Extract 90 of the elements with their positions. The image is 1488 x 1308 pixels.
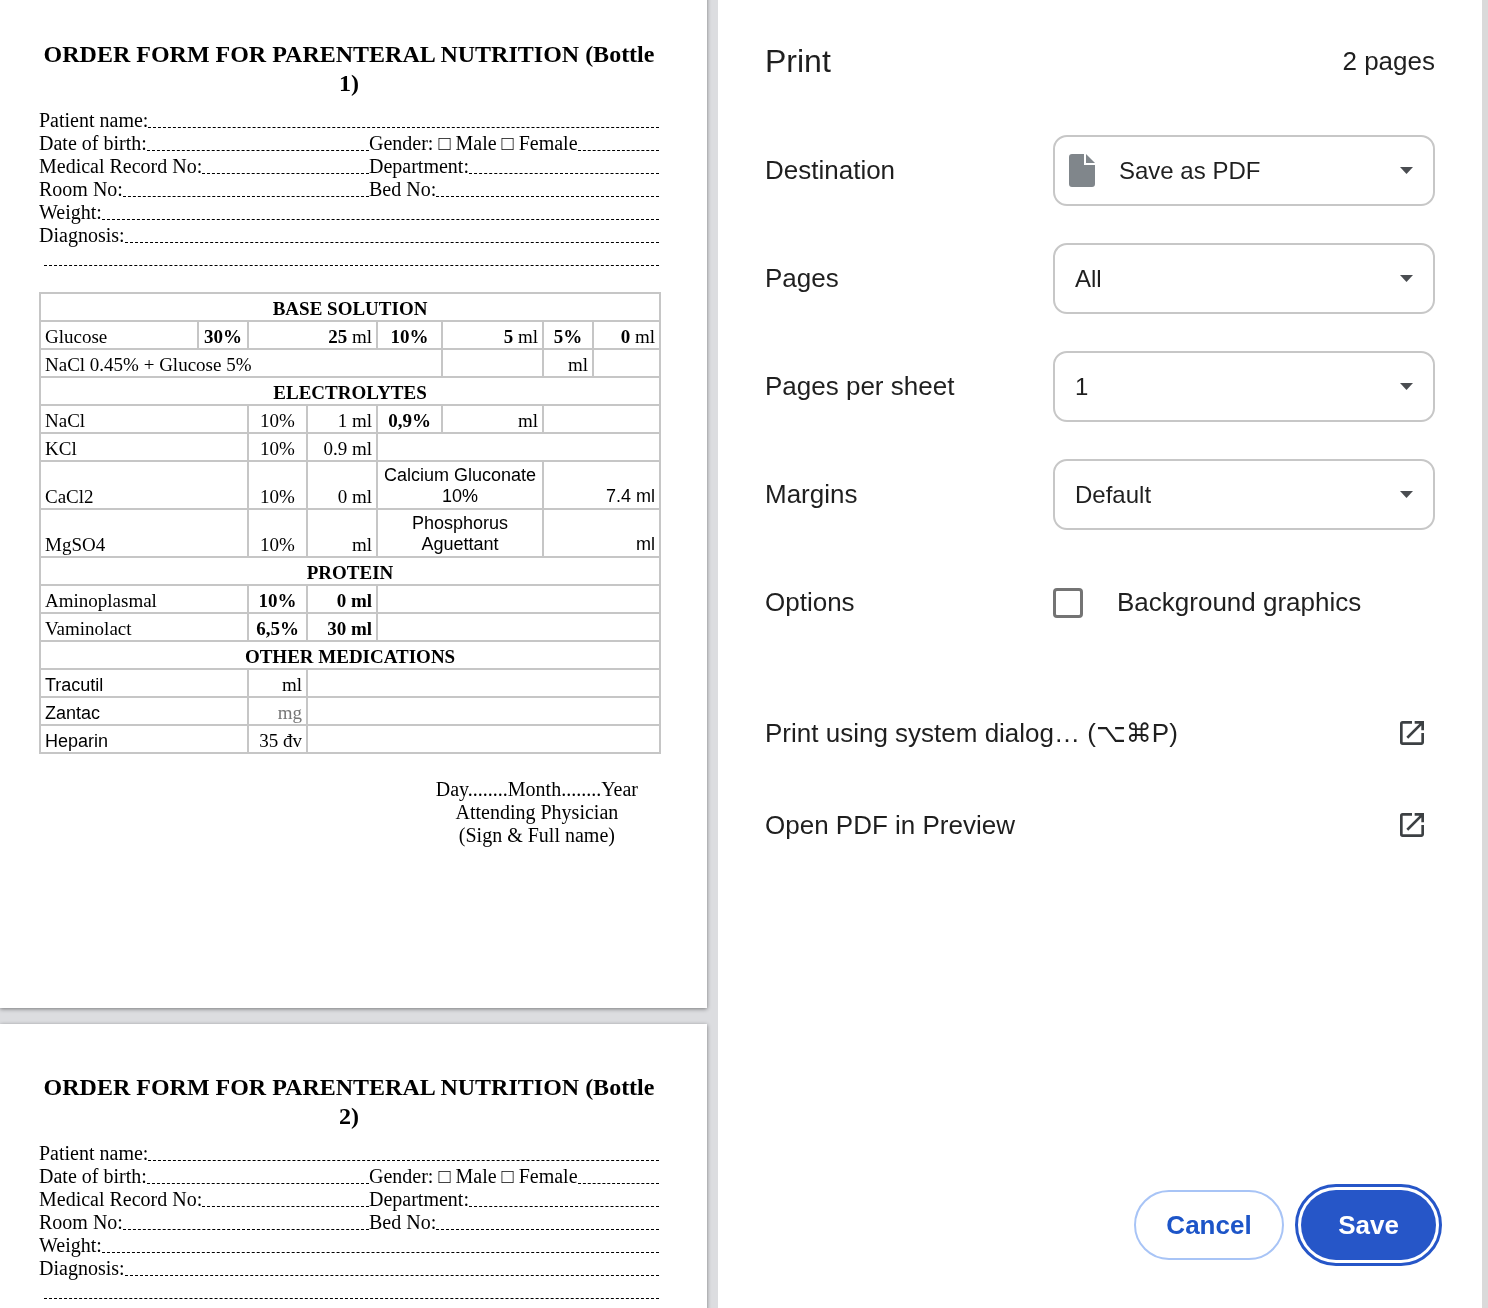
caret-icon xyxy=(1400,491,1413,498)
table-cell: 25 ml xyxy=(248,321,377,349)
external-link-icon xyxy=(1400,813,1424,837)
dropdown-select[interactable]: All xyxy=(1053,243,1435,314)
table-cell: 30 ml xyxy=(307,613,377,641)
table-cell: Heparin xyxy=(40,725,248,753)
table-cell: KCl xyxy=(40,433,248,461)
dialog-link[interactable]: Print using system dialog… (⌥⌘P) xyxy=(765,705,1435,761)
form-title: ORDER FORM FOR PARENTERAL NUTRITION (Bottle 1) xyxy=(42,40,656,98)
form-title: ORDER FORM FOR PARENTERAL NUTRITION (Bottle 2) xyxy=(42,1073,656,1131)
table-cell: 10% xyxy=(248,585,307,613)
field-label: Diagnosis: xyxy=(39,1257,125,1280)
table-cell: 0,9% xyxy=(377,405,442,433)
field-label: Department: xyxy=(369,155,469,178)
setting-label: Options xyxy=(765,587,856,618)
table-cell: 10% xyxy=(377,321,442,349)
table-cell: 10% xyxy=(248,405,307,433)
setting-label: Margins xyxy=(765,479,859,510)
dialog-link[interactable]: Open PDF in Preview xyxy=(765,797,1435,853)
signature-line: Attending Physician xyxy=(455,801,619,824)
table-cell: Phosphorus Aguettant xyxy=(377,509,543,557)
table-cell: ml xyxy=(543,349,593,377)
field-label: Room No: xyxy=(39,178,123,201)
field-label: Department: xyxy=(369,1188,469,1211)
caret-icon xyxy=(1400,275,1413,282)
cancel-button[interactable]: Cancel xyxy=(1134,1190,1284,1260)
dialog-title: Print xyxy=(765,42,831,80)
checkbox[interactable] xyxy=(1053,587,1083,618)
setting-label: Destination xyxy=(765,155,897,186)
table-cell: 10% xyxy=(248,509,307,557)
table-cell: 0.9 ml xyxy=(307,433,377,461)
signature-line: (Sign & Full name) xyxy=(458,824,615,847)
field-label: Patient name: xyxy=(39,1142,149,1165)
table-cell: 5% xyxy=(543,321,593,349)
table-cell: 5 ml xyxy=(442,321,543,349)
field-label: Diagnosis: xyxy=(39,224,125,247)
section-header: PROTEIN xyxy=(40,557,661,585)
field-label: Date of birth: xyxy=(39,132,147,155)
section-header: BASE SOLUTION xyxy=(40,293,661,321)
field-label: Patient name: xyxy=(39,109,149,132)
field-label: Medical Record No: xyxy=(39,155,203,178)
signature-line: Day........Month........Year xyxy=(435,778,638,801)
field-label: Bed No: xyxy=(369,1211,437,1234)
setting-label: Pages xyxy=(765,263,840,294)
table-cell: 0 ml xyxy=(307,585,377,613)
table-cell: 35 đv xyxy=(248,725,307,753)
table-cell: MgSO4 xyxy=(40,509,248,557)
table-cell: ml xyxy=(543,509,661,557)
field-label: Gender: □ Male □ Female xyxy=(369,1165,578,1188)
field-label: Weight: xyxy=(39,201,102,224)
page-count: 2 pages xyxy=(1342,45,1435,77)
table-cell: Glucose xyxy=(40,321,198,349)
table-cell: 7.4 ml xyxy=(543,461,661,509)
table-cell: ml xyxy=(307,509,377,557)
field-label: Weight: xyxy=(39,1234,102,1257)
field-label: Date of birth: xyxy=(39,1165,147,1188)
file-icon xyxy=(1069,154,1095,187)
table-cell: NaCl xyxy=(40,405,248,433)
table-cell: Calcium Gluconate 10% xyxy=(377,461,543,509)
table-cell: Vaminolact xyxy=(40,613,248,641)
setting-label: Pages per sheet xyxy=(765,371,956,402)
table-cell: Tracutil xyxy=(40,669,248,697)
table-cell: 10% xyxy=(248,461,307,509)
external-link-icon xyxy=(1400,721,1424,745)
table-cell: CaCl2 xyxy=(40,461,248,509)
table-cell: 6,5% xyxy=(248,613,307,641)
dropdown-select[interactable]: Default xyxy=(1053,459,1435,530)
destination-select[interactable]: Save as PDF xyxy=(1053,135,1435,206)
field-label: Bed No: xyxy=(369,178,437,201)
table-cell: 1 ml xyxy=(307,405,377,433)
caret-icon xyxy=(1400,383,1413,390)
caret-icon xyxy=(1400,167,1413,174)
table-cell: NaCl 0.45% + Glucose 5% xyxy=(40,349,442,377)
checkbox-label[interactable]: Background graphics xyxy=(1117,587,1362,618)
table-cell: ml xyxy=(442,405,543,433)
field-label: Medical Record No: xyxy=(39,1188,203,1211)
section-header: ELECTROLYTES xyxy=(40,377,661,405)
field-label: Gender: □ Male □ Female xyxy=(369,132,578,155)
table-cell: Aminoplasmal xyxy=(40,585,248,613)
section-header: OTHER MEDICATIONS xyxy=(40,641,661,669)
table-cell: ml xyxy=(248,669,307,697)
table-cell: 0 ml xyxy=(593,321,661,349)
table-cell: 30% xyxy=(198,321,248,349)
table-cell: mg xyxy=(248,697,307,725)
field-label: Room No: xyxy=(39,1211,123,1234)
dropdown-select[interactable]: 1 xyxy=(1053,351,1435,422)
table-cell: 0 ml xyxy=(307,461,377,509)
table-cell: Zantac xyxy=(40,697,248,725)
table-cell: 10% xyxy=(248,433,307,461)
save-button[interactable]: Save xyxy=(1295,1184,1442,1266)
